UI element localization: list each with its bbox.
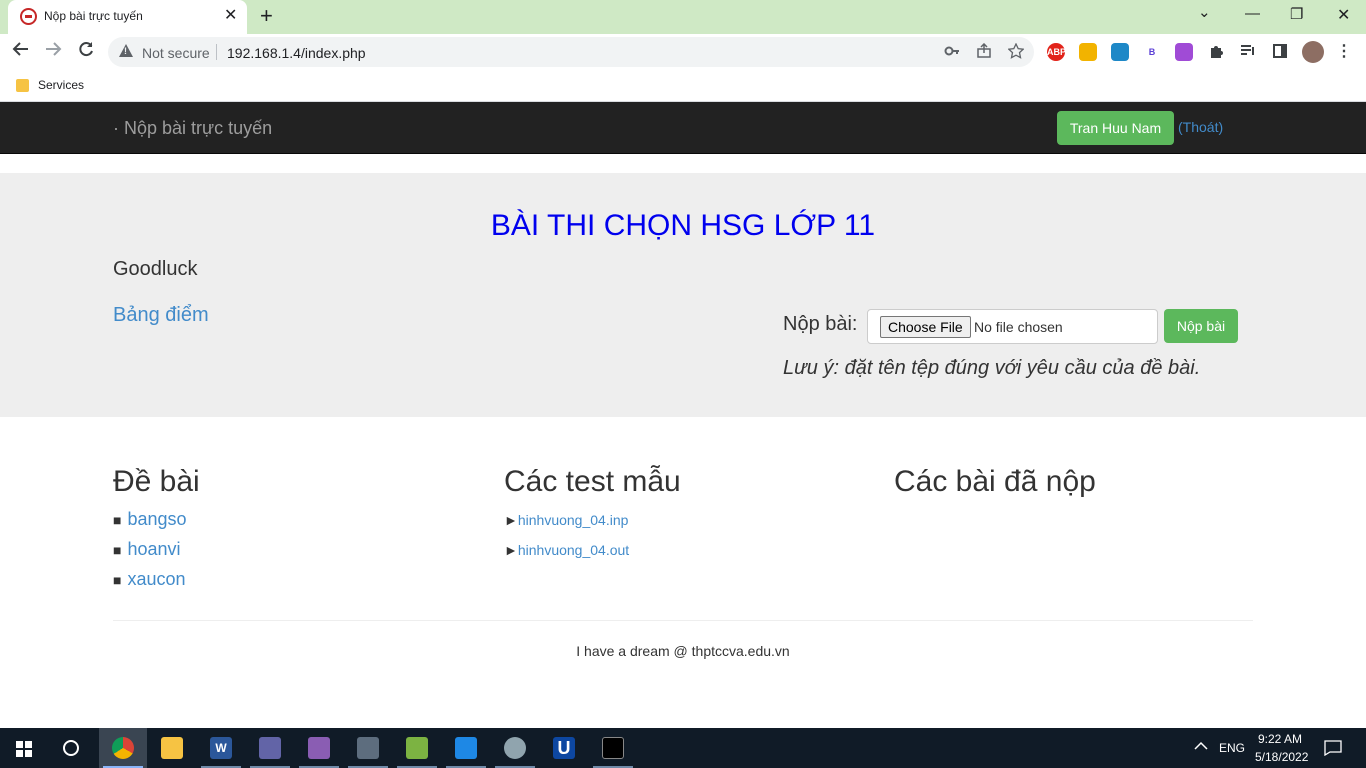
new-tab-button[interactable]: + <box>260 4 273 28</box>
problem-link[interactable]: xaucon <box>127 569 185 589</box>
bullet-icon: ■ <box>113 542 122 558</box>
notepad-icon <box>406 737 428 759</box>
page-title: BÀI THI CHỌN HSG LỚP 11 <box>490 209 876 242</box>
cortana-icon[interactable] <box>63 740 79 756</box>
divider <box>113 620 1253 621</box>
share-icon[interactable] <box>976 42 992 62</box>
taskbar-teams-1[interactable] <box>246 728 294 768</box>
bullet-icon: ■ <box>113 572 122 588</box>
problems-heading: Đề bài <box>113 465 200 498</box>
list-item: ■ xaucon <box>113 569 186 590</box>
extension-b-icon[interactable]: B <box>1143 43 1161 61</box>
adblock-plus-icon[interactable]: ABP <box>1047 43 1066 61</box>
extension-camera-icon[interactable] <box>1175 43 1193 61</box>
address-divider <box>216 44 217 60</box>
user-button[interactable]: Tran Huu Nam <box>1057 111 1174 145</box>
logout-link[interactable]: (Thoát) <box>1178 119 1223 135</box>
back-arrow-icon[interactable] <box>12 40 30 63</box>
greeting-text: Goodluck <box>113 258 198 280</box>
submitted-heading: Các bài đã nộp <box>894 465 1096 498</box>
media-queue-icon[interactable] <box>1239 43 1257 61</box>
taskbar-chrome[interactable] <box>99 728 147 768</box>
taskbar-word[interactable]: W <box>197 728 245 768</box>
tab-strip: Nộp bài trực tuyến ✕ + ⌄ — ❐ ✕ <box>0 0 1366 34</box>
teams-icon <box>308 737 330 759</box>
sample-link[interactable]: hinhvuong_04.out <box>518 542 629 558</box>
taskbar-u-app[interactable]: U <box>540 728 588 768</box>
bullet-icon: ■ <box>113 512 122 528</box>
tab-close-icon[interactable]: ✕ <box>224 7 237 25</box>
forward-arrow-icon[interactable] <box>44 40 62 63</box>
play-arrow-icon: ► <box>504 542 518 558</box>
extension-honey-icon[interactable] <box>1079 43 1097 61</box>
submission-note: Lưu ý: đặt tên tệp đúng với yêu cầu của … <box>783 357 1201 379</box>
problem-link[interactable]: hoanvi <box>127 539 180 559</box>
no-file-text: No file chosen <box>974 319 1063 335</box>
site-navbar: · Nộp bài trực tuyến Tran Huu Nam (Thoát… <box>0 102 1366 154</box>
site-favicon-icon <box>20 8 37 25</box>
taskbar-window-app[interactable] <box>442 728 490 768</box>
address-bar[interactable]: Not secure 192.168.1.4/index.php <box>108 37 1034 67</box>
taskbar-explorer[interactable] <box>148 728 196 768</box>
footer-text: I have a dream @ thptccva.edu.vn <box>576 643 790 659</box>
browser-tab[interactable]: Nộp bài trực tuyến ✕ <box>8 0 247 34</box>
window-app-icon <box>455 737 477 759</box>
list-item: ■ bangso <box>113 509 187 530</box>
bookmark-star-icon[interactable] <box>1007 42 1025 62</box>
file-input[interactable]: Choose File No file chosen <box>867 309 1158 344</box>
menu-kebab-icon[interactable]: ⋮ <box>1335 43 1353 61</box>
minimize-button[interactable]: — <box>1245 5 1260 22</box>
problem-link[interactable]: bangso <box>127 509 186 529</box>
submit-button[interactable]: Nộp bài <box>1164 309 1238 343</box>
taskbar-paint[interactable] <box>491 728 539 768</box>
warning-icon[interactable] <box>119 44 133 57</box>
extensions-puzzle-icon[interactable] <box>1207 43 1225 61</box>
list-item: ■ hoanvi <box>113 539 181 560</box>
choose-file-button[interactable]: Choose File <box>880 316 971 338</box>
security-label[interactable]: Not secure <box>142 45 210 61</box>
submit-label: Nộp bài: <box>783 313 858 335</box>
tab-title: Nộp bài trực tuyến <box>44 9 143 23</box>
clock-date[interactable]: 5/18/2022 <box>1255 750 1308 764</box>
notification-icon[interactable] <box>1324 740 1342 759</box>
key-icon[interactable] <box>944 43 960 62</box>
profile-avatar[interactable] <box>1302 41 1324 63</box>
tray-chevron-icon[interactable] <box>1194 740 1208 754</box>
samples-heading: Các test mẫu <box>504 465 681 498</box>
taskbar-calculator[interactable] <box>344 728 392 768</box>
folder-icon[interactable] <box>16 79 29 92</box>
taskbar-notepad[interactable] <box>393 728 441 768</box>
taskbar-teams-2[interactable] <box>295 728 343 768</box>
taskbar: W U ENG 9:22 AM 5/18/2022 <box>0 728 1366 768</box>
play-arrow-icon: ► <box>504 512 518 528</box>
extension-s-icon[interactable] <box>1111 43 1129 61</box>
list-item: ►hinhvuong_04.inp <box>504 512 628 528</box>
bookmark-services[interactable]: Services <box>38 78 84 92</box>
url-text[interactable]: 192.168.1.4/index.php <box>227 45 366 61</box>
word-icon: W <box>210 737 232 759</box>
teams-icon <box>259 737 281 759</box>
chrome-icon <box>112 737 134 759</box>
tab-search-icon[interactable]: ⌄ <box>1198 3 1211 21</box>
restore-button[interactable]: ❐ <box>1290 5 1303 23</box>
scoreboard-link[interactable]: Bảng điểm <box>113 304 209 327</box>
u-app-icon: U <box>553 737 575 759</box>
list-item: ►hinhvuong_04.out <box>504 542 629 558</box>
reload-icon[interactable] <box>77 40 95 63</box>
windows-start-icon[interactable] <box>16 741 32 757</box>
calculator-icon <box>357 737 379 759</box>
sample-link[interactable]: hinhvuong_04.inp <box>518 512 629 528</box>
header-panel: BÀI THI CHỌN HSG LỚP 11 Goodluck Bảng đi… <box>0 173 1366 417</box>
browser-toolbar: Not secure 192.168.1.4/index.php ABP B ⋮ <box>0 34 1366 71</box>
side-panel-icon[interactable] <box>1271 43 1289 61</box>
site-brand[interactable]: · Nộp bài trực tuyến <box>113 118 272 139</box>
file-explorer-icon <box>161 737 183 759</box>
clock-time[interactable]: 9:22 AM <box>1258 732 1302 746</box>
bookmarks-bar: Services <box>0 71 1366 102</box>
taskbar-terminal[interactable] <box>589 728 637 768</box>
paint-icon <box>504 737 526 759</box>
close-window-button[interactable]: ✕ <box>1337 5 1350 25</box>
terminal-icon <box>602 737 624 759</box>
language-indicator[interactable]: ENG <box>1219 741 1245 755</box>
